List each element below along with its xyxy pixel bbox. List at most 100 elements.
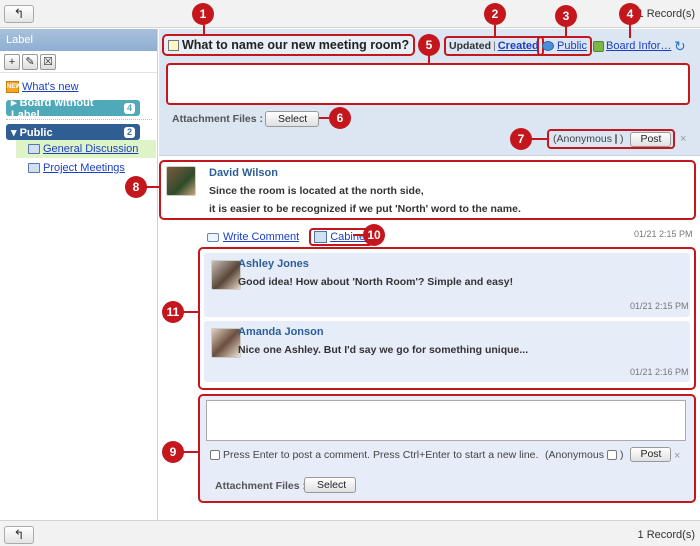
sidebar-header: Label — [0, 29, 157, 51]
reply-list: Ashley Jones Good idea! How about 'North… — [198, 247, 696, 390]
comment-author[interactable]: David Wilson — [209, 167, 278, 179]
select-files-button[interactable]: Select — [265, 111, 319, 127]
label-tools: + ✎ ☒ — [0, 51, 157, 73]
comment-item: David Wilson Since the room is located a… — [159, 160, 696, 220]
enter-hint: Press Enter to post a comment. Press Ctr… — [210, 449, 538, 461]
select-files-button[interactable]: Select — [304, 477, 356, 493]
public-link[interactable]: Public — [557, 40, 587, 52]
room-link[interactable]: General Discussion — [43, 143, 138, 155]
reply-timestamp: 01/21 2:16 PM — [630, 367, 689, 377]
divider — [6, 119, 152, 120]
callout-7: 7 — [510, 128, 532, 150]
callout-9: 9 — [162, 441, 184, 463]
callout-line — [353, 234, 363, 236]
record-count: 1 Record(s) — [637, 8, 695, 20]
main-panel: What to name our new meeting room? Updat… — [159, 29, 700, 520]
reply-post-button[interactable]: Post — [630, 447, 672, 462]
anonymous-label: (Anonymous — [545, 448, 604, 461]
callout-6: 6 — [329, 107, 351, 129]
new-icon: NEW — [6, 81, 21, 93]
memo-icon — [168, 39, 179, 51]
callout-10: 10 — [363, 224, 385, 246]
top-toolbar: ↰ 1 Record(s) — [0, 0, 700, 28]
enter-to-post-checkbox[interactable] — [210, 450, 220, 460]
callout-line — [531, 138, 547, 140]
list-item: Amanda Jonson Nice one Ashley. But I'd s… — [204, 321, 690, 382]
back-button[interactable]: ↰ — [4, 526, 34, 544]
back-arrow-icon: ↰ — [13, 527, 25, 542]
add-label-icon[interactable]: + — [4, 54, 20, 70]
record-count: 1 Record(s) — [637, 529, 695, 541]
attachment-label: Attachment Files : — [172, 113, 264, 125]
whats-new-link[interactable]: What's new — [22, 81, 79, 93]
board-info-link[interactable]: Board Infor… — [606, 40, 671, 52]
anonymous-label: (Anonymous — [553, 133, 612, 145]
room-title: What to name our new meeting room? — [162, 34, 416, 56]
public-setting[interactable]: Public — [537, 36, 592, 56]
callout-line — [203, 25, 205, 35]
comment-actions: Write Comment Cabinet — [207, 228, 374, 246]
post-button[interactable]: Post — [630, 131, 672, 147]
callout-5: 5 — [418, 34, 440, 56]
whats-new-item[interactable]: NEW What's new — [6, 81, 79, 93]
callout-line — [428, 55, 430, 65]
comment-line: it is easier to be recognized if we put … — [209, 203, 521, 215]
board-info[interactable]: Board Infor… — [593, 40, 671, 52]
callout-line — [183, 451, 198, 453]
list-item: Ashley Jones Good idea! How about 'North… — [204, 253, 690, 317]
write-comment-link[interactable]: Write Comment — [223, 231, 299, 243]
refresh-icon[interactable]: ↻ — [674, 38, 686, 55]
callout-1: 1 — [192, 3, 214, 25]
sort-created-link[interactable]: Created — [498, 40, 539, 52]
post-textarea[interactable] — [166, 63, 690, 105]
globe-icon — [542, 41, 554, 51]
anonymous-checkbox[interactable] — [606, 449, 617, 460]
delete-label-icon[interactable]: ☒ — [40, 54, 56, 70]
reply-text: Nice one Ashley. But I'd say we go for s… — [238, 344, 529, 356]
callout-3: 3 — [555, 5, 577, 27]
attachment-label: Attachment Files : — [215, 480, 307, 492]
avatar — [211, 328, 241, 358]
room-link[interactable]: Project Meetings — [43, 162, 125, 174]
reply-author[interactable]: Ashley Jones — [238, 258, 309, 270]
room-title-text: What to name our new meeting room? — [182, 38, 410, 52]
label-board-text: ▸ Board without Label — [11, 96, 94, 121]
post-controls: (Anonymous ) Post — [547, 129, 675, 149]
callout-line — [629, 24, 631, 38]
avatar — [166, 166, 196, 196]
edit-label-icon[interactable]: ✎ — [22, 54, 38, 70]
anonymous-checkbox[interactable] — [614, 134, 617, 144]
callout-line — [494, 25, 496, 37]
callout-2: 2 — [484, 3, 506, 25]
reply-form: Press Enter to post a comment. Press Ctr… — [198, 394, 696, 503]
board-info-icon — [593, 40, 604, 52]
reply-post-controls: (Anonymous ) Post — [545, 447, 672, 462]
label-board-without-label[interactable]: ▸ Board without Label 4 — [6, 97, 140, 121]
callout-line — [319, 117, 329, 119]
label-public[interactable]: ▾ Public 2 — [6, 124, 140, 140]
close-icon[interactable]: × — [680, 133, 686, 145]
count-badge: 4 — [123, 102, 135, 114]
avatar — [211, 260, 241, 290]
label-public-text: ▾ Public — [11, 126, 53, 139]
callout-11: 11 — [162, 301, 184, 323]
callout-8: 8 — [125, 176, 147, 198]
sidebar-item-general-discussion[interactable]: General Discussion — [16, 140, 156, 158]
reply-timestamp: 01/21 2:15 PM — [630, 301, 689, 311]
close-icon[interactable]: × — [674, 450, 680, 462]
room-icon — [28, 144, 40, 154]
reply-author[interactable]: Amanda Jonson — [238, 326, 324, 338]
sidebar-item-project-meetings[interactable]: Project Meetings — [16, 159, 156, 177]
reply-textarea[interactable] — [206, 400, 686, 441]
count-badge: 2 — [123, 126, 135, 138]
callout-line — [565, 26, 567, 38]
sort-updated[interactable]: Updated — [449, 40, 491, 52]
callout-line — [146, 186, 159, 188]
callout-line — [183, 311, 198, 313]
back-arrow-icon: ↰ — [13, 6, 25, 21]
cabinet-icon — [314, 231, 328, 243]
comment-timestamp: 01/21 2:15 PM — [634, 229, 693, 239]
back-button[interactable]: ↰ — [4, 5, 34, 23]
callout-4: 4 — [619, 3, 641, 25]
sort-toggle: Updated | Created — [444, 36, 544, 56]
